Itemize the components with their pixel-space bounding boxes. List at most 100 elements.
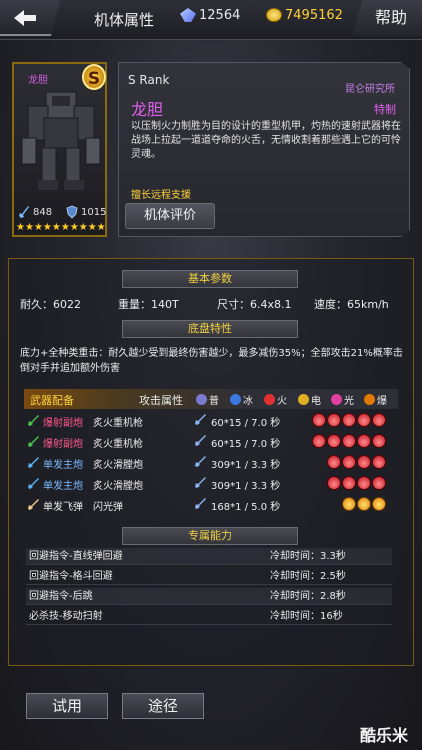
skill-row[interactable]: 必杀技-移动扫射 冷却时间：16秒: [26, 608, 392, 625]
element-type-label: 普: [209, 396, 219, 407]
fire-element-icon: [312, 434, 326, 448]
weapon-title: 武器配备: [30, 394, 74, 407]
element-legend-item: 爆: [364, 392, 387, 407]
weapon-row[interactable]: 爆射副炮 炙火重机枪 60*15 / 7.0 秒: [24, 432, 398, 452]
weapon-row[interactable]: 爆射副炮 炙火重机枪 60*15 / 7.0 秒: [24, 411, 398, 431]
weapon-row[interactable]: 单发飞弹 闪光弹 168*1 / 5.0 秒: [24, 495, 398, 515]
weapon-damage: 309*1 / 3.3 秒: [211, 481, 281, 492]
fire-element-icon: [342, 434, 356, 448]
weapon-damage: 309*1 / 3.3 秒: [211, 460, 281, 471]
skill-row[interactable]: 回避指令-直线弹回避 冷却时间：3.3秒: [26, 548, 392, 565]
fire-element-icon: [372, 413, 386, 427]
fire-element-icon: [372, 455, 386, 469]
element-type-label: 爆: [377, 396, 387, 407]
skill-cooldown: 冷却时间：2.5秒: [270, 571, 346, 582]
star-icon: ★: [96, 222, 106, 233]
page-title: 机体属性: [94, 11, 155, 29]
damage-icon: [195, 498, 206, 509]
size-value: 尺寸：6.4x8.1: [217, 298, 292, 311]
gold-value: 7495162: [285, 7, 343, 23]
element-type-label: 电: [311, 396, 321, 407]
defense-stat: 1015: [66, 205, 106, 219]
element-type-icon: [364, 394, 375, 405]
element-legend-item: 火: [264, 392, 287, 407]
portrait-mech-name: 龙胆: [28, 75, 48, 86]
star-icon: ★: [42, 222, 52, 233]
source-button[interactable]: 途径: [122, 693, 204, 719]
damage-icon: [195, 456, 206, 467]
defense-value: 1015: [81, 206, 107, 218]
sword-icon: [19, 206, 29, 218]
weapon-damage: 168*1 / 5.0 秒: [211, 502, 281, 513]
skill-name: 回避指令-后跳: [29, 591, 93, 602]
mech-evaluation-button[interactable]: 机体评价: [125, 203, 215, 229]
weapon-type-icon: [28, 436, 39, 447]
weapon-type-icon: [28, 499, 39, 510]
fire-element-icon: [372, 476, 386, 490]
skill-row[interactable]: 回避指令-后跳 冷却时间：2.8秒: [26, 588, 392, 605]
weapon-name: 炙火重机枪: [93, 418, 143, 429]
weapon-type: 爆射副炮: [43, 439, 83, 450]
attack-value: 848: [33, 206, 53, 218]
skill-cooldown: 冷却时间：16秒: [270, 611, 343, 622]
weapon-type-icon: [28, 457, 39, 468]
element-type-icon: [298, 394, 309, 405]
star-icon: ★: [51, 222, 61, 233]
skill-cooldown: 冷却时间：3.3秒: [270, 551, 346, 562]
fire-element-icon: [327, 434, 341, 448]
gold-counter: 7495162: [266, 5, 343, 25]
fire-element-icon: [372, 434, 386, 448]
element-type-label: 光: [344, 396, 354, 407]
skill-name: 回避指令-直线弹回避: [29, 551, 123, 562]
help-button[interactable]: 帮助: [352, 0, 422, 36]
back-button[interactable]: [0, 0, 60, 36]
lab-label: 昆仑研究所: [345, 84, 395, 95]
fire-element-icon: [342, 476, 356, 490]
weapon-row[interactable]: 单发主炮 炙火滑膛炮 309*1 / 3.3 秒: [24, 474, 398, 494]
gold-coin-icon: [266, 8, 282, 22]
skill-name: 必杀技-移动扫射: [29, 611, 103, 622]
weapon-row[interactable]: 单发主炮 炙火滑膛炮 309*1 / 3.3 秒: [24, 453, 398, 473]
crystal-value: 12564: [199, 7, 241, 23]
damage-icon: [195, 477, 206, 488]
shield-icon: [66, 205, 78, 219]
fire-element-icon: [342, 455, 356, 469]
role-label: 擅长远程支援: [131, 190, 191, 201]
element-legend-item: 电: [298, 392, 321, 407]
chassis-heading: 底盘特性: [122, 320, 298, 338]
fire-element-icon: [327, 455, 341, 469]
weight-value: 重量：140T: [118, 298, 179, 311]
crystal-counter: 12564: [180, 5, 240, 25]
damage-icon: [195, 414, 206, 425]
mech-portrait-card[interactable]: 龙胆 S 848 1015 ★ ★ ★ ★ ★ ★ ★ ★ ★ ★: [12, 62, 107, 237]
weapon-type-icon: [28, 415, 39, 426]
star-icon: ★: [16, 222, 25, 233]
fire-element-icon: [327, 413, 341, 427]
mech-description: 以压制火力制胜为目的设计的重型机甲，灼热的速射武器将在战场上拉起一道道夺命的火舌…: [131, 121, 401, 160]
mech-name: 龙胆: [131, 100, 164, 119]
star-icon: ★: [60, 222, 70, 233]
star-rating: ★ ★ ★ ★ ★ ★ ★ ★ ★ ★: [16, 222, 106, 233]
skill-row[interactable]: 回避指令-格斗回避 冷却时间：2.5秒: [26, 568, 392, 585]
star-icon: ★: [24, 222, 34, 233]
blast-element-icon: [342, 497, 356, 511]
fire-element-icon: [357, 476, 371, 490]
star-icon: ★: [33, 222, 43, 233]
element-type-label: 冰: [243, 396, 253, 407]
weapon-name: 闪光弹: [93, 502, 123, 513]
weapon-name: 炙火滑膛炮: [93, 481, 143, 492]
special-abilities-heading: 专属能力: [122, 527, 298, 545]
weapon-header: 武器配备 攻击属性 普 冰 火 电 光 爆: [24, 389, 398, 409]
skill-name: 回避指令-格斗回避: [29, 571, 113, 582]
rank-label: S Rank: [128, 73, 170, 87]
skill-cooldown: 冷却时间：2.8秒: [270, 591, 346, 602]
element-legend-item: 光: [331, 392, 354, 407]
try-button[interactable]: 试用: [26, 693, 108, 719]
damage-icon: [195, 435, 206, 446]
weapon-type: 单发主炮: [43, 460, 83, 471]
weapon-damage: 60*15 / 7.0 秒: [211, 439, 281, 450]
blast-element-icon: [372, 497, 386, 511]
weapon-elements: [312, 413, 386, 427]
fire-element-icon: [357, 413, 371, 427]
back-arrow-icon: [14, 10, 36, 26]
